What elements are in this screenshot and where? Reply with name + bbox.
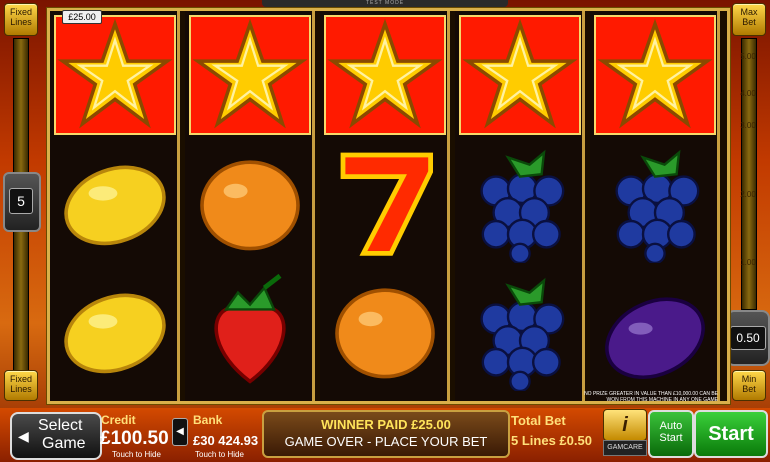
- reel-2: [185, 11, 315, 401]
- strawberry-symbol: [189, 271, 311, 391]
- credit-hint: Touch to Hide: [112, 450, 161, 459]
- auto-start-line1: Auto: [659, 420, 683, 432]
- star-symbol: [324, 15, 446, 135]
- fixed-lines-top-line1: Fixed: [9, 7, 32, 17]
- select-game-button[interactable]: ◀ Select Game: [10, 412, 102, 460]
- bet-scale-3: 3.00: [740, 121, 756, 130]
- bank-transfer-arrow-icon[interactable]: ◀: [172, 418, 188, 446]
- lemon-symbol: [54, 271, 176, 391]
- reel-1: [50, 11, 180, 401]
- reel-4: [455, 11, 585, 401]
- seven-symbol: [324, 143, 446, 263]
- star-symbol: [459, 15, 581, 135]
- info-button[interactable]: i: [603, 409, 647, 441]
- star-symbol: [189, 15, 311, 135]
- winner-paid-message: WINNER PAID £25.00: [321, 417, 451, 432]
- bet-scale-5: 5.00: [740, 52, 756, 61]
- back-arrow-icon: ◀: [18, 428, 29, 444]
- max-prize-notice: NO PRIZE GREATER IN VALUE THAN £10,000.0…: [584, 391, 718, 403]
- credit-label: Credit: [101, 413, 136, 427]
- max-bet-line2: Bet: [742, 17, 756, 27]
- select-game-line2: Game: [42, 435, 86, 452]
- min-bet-line1: Min: [741, 374, 757, 384]
- total-bet-label: Total Bet: [511, 413, 566, 428]
- reel-3: [320, 11, 450, 401]
- lines-value: 5: [9, 188, 33, 214]
- lemon-symbol: [54, 143, 176, 263]
- test-mode-label: TEST MODE: [262, 0, 508, 7]
- grapes-symbol: [594, 143, 716, 263]
- gamcare-logo[interactable]: GAMCARE: [603, 440, 647, 456]
- reel-5: [590, 11, 720, 401]
- bet-scale-4: 4.00: [740, 89, 756, 98]
- total-bet-value: 5 Lines £0.50: [511, 433, 592, 448]
- fixed-lines-top-button[interactable]: Fixed Lines: [4, 3, 38, 36]
- message-panel: WINNER PAID £25.00 GAME OVER - PLACE YOU…: [262, 410, 510, 458]
- auto-start-line2: Start: [659, 432, 683, 444]
- plum-symbol: [594, 271, 716, 391]
- grapes-symbol: [459, 143, 581, 263]
- star-symbol: [594, 15, 716, 135]
- fixed-lines-top-line2: Lines: [10, 17, 32, 27]
- orange-symbol: [324, 271, 446, 391]
- fixed-lines-bottom-line1: Fixed: [9, 374, 32, 384]
- bet-slider-knob[interactable]: 0.50: [726, 310, 770, 366]
- bet-value: 0.50: [730, 326, 766, 350]
- right-bet-rail: [741, 38, 757, 310]
- bet-scale-1: 1.00: [740, 258, 756, 267]
- select-game-line1: Select: [38, 417, 83, 434]
- fixed-lines-bottom-button[interactable]: Fixed Lines: [4, 370, 38, 401]
- bank-value[interactable]: £30 424.93: [193, 433, 258, 448]
- max-bet-line1: Max: [740, 7, 758, 17]
- orange-symbol: [189, 143, 311, 263]
- reel-board: [47, 8, 730, 404]
- auto-start-button[interactable]: Auto Start: [648, 410, 694, 458]
- min-bet-line2: Bet: [742, 384, 756, 394]
- start-button[interactable]: Start: [694, 410, 768, 458]
- win-amount-badge: £25.00: [62, 10, 102, 24]
- min-bet-button[interactable]: Min Bet: [732, 370, 766, 401]
- star-symbol: [54, 15, 176, 135]
- bank-label: Bank: [193, 413, 223, 427]
- fixed-lines-bottom-line2: Lines: [10, 384, 32, 394]
- max-bet-button[interactable]: Max Bet: [732, 3, 766, 36]
- bet-scale-2: 2.00: [740, 190, 756, 199]
- lines-selector[interactable]: 5: [3, 172, 41, 232]
- game-over-message: GAME OVER - PLACE YOUR BET: [284, 434, 488, 449]
- grapes-symbol: [459, 271, 581, 391]
- credit-value[interactable]: £100.50: [100, 428, 169, 450]
- bank-hint: Touch to Hide: [195, 450, 244, 459]
